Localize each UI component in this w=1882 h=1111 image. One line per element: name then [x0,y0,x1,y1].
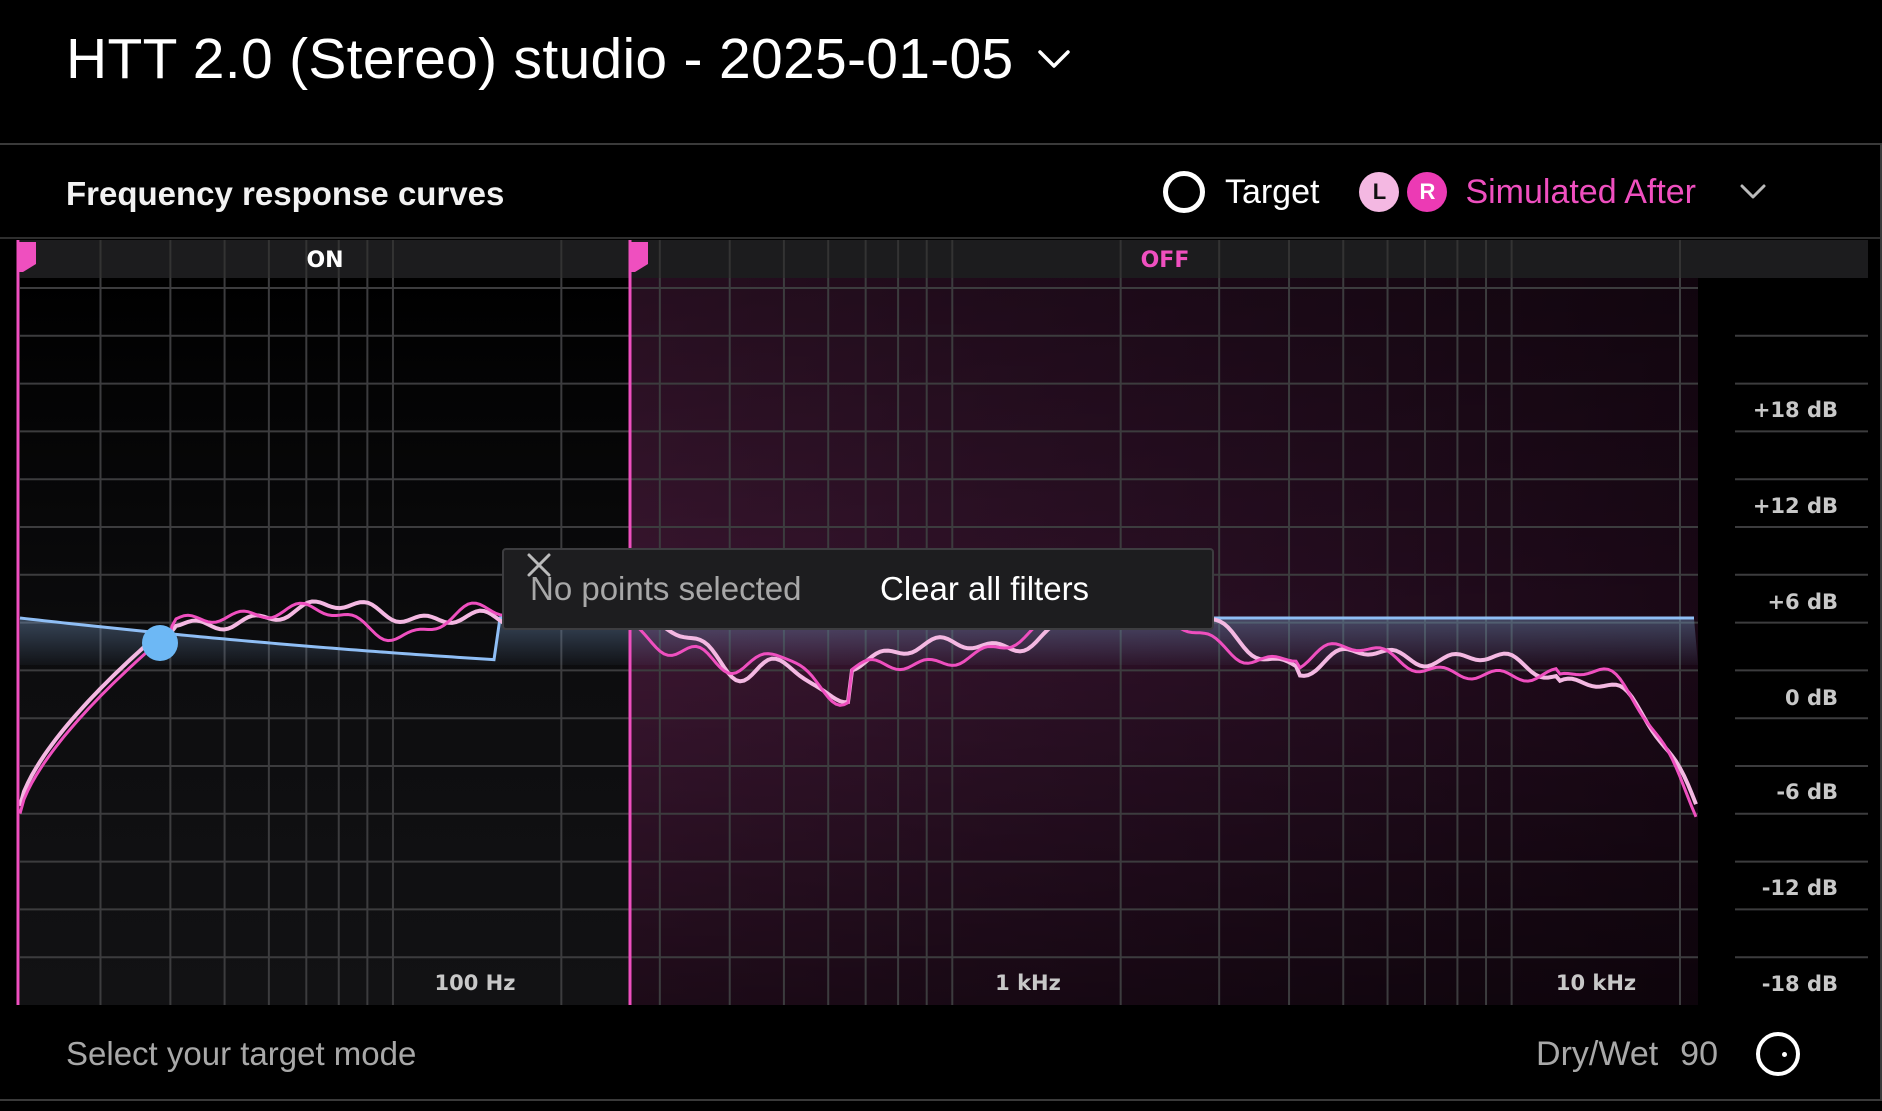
on-zone-label: ON [306,248,343,273]
preset-selector[interactable]: HTT 2.0 (Stereo) studio - 2025-01-05 [66,26,1074,92]
clear-all-filters-button[interactable]: Clear all filters [880,570,1089,608]
zone-strip [20,240,1868,278]
drywet-knob-icon[interactable] [1756,1032,1800,1076]
off-zone-label: OFF [1141,248,1190,273]
footer: Select your target mode Dry/Wet 90 [0,1009,1880,1099]
chevron-down-icon [1037,50,1070,68]
panel-header: Frequency response curves Target L R Sim… [0,145,1880,239]
title-bar: HTT 2.0 (Stereo) studio - 2025-01-05 [0,0,1882,142]
panel-title: Frequency response curves [66,175,505,212]
x-axis-label: 1 kHz [995,971,1061,995]
filter-status-toast: No points selected Clear all filters [502,548,1214,630]
left-channel-badge[interactable]: L [1359,172,1400,212]
y-axis-label: -12 dB [1762,876,1838,900]
y-axis-label: +6 dB [1767,590,1838,614]
close-icon[interactable] [524,550,554,580]
simulated-after-label[interactable]: Simulated After [1465,173,1696,212]
x-axis-label: 100 Hz [435,971,516,995]
preset-title: HTT 2.0 (Stereo) studio - 2025-01-05 [66,27,1014,91]
target-mode-selector[interactable]: Select your target mode [66,1035,416,1073]
y-axis-label: -6 dB [1776,780,1838,804]
right-channel-badge[interactable]: R [1407,172,1448,212]
drywet-label: Dry/Wet [1536,1034,1659,1073]
drywet-value[interactable]: 90 [1680,1035,1718,1074]
y-axis-label: +12 dB [1753,494,1838,518]
target-toggle-icon[interactable] [1162,171,1205,213]
x-axis-label: 10 kHz [1556,971,1636,995]
selection-status: No points selected [530,570,802,607]
y-axis-label: 0 dB [1785,686,1838,710]
y-axis-label: -18 dB [1762,972,1838,996]
curve-selector-chevron-icon[interactable] [1736,175,1770,209]
target-legend-label[interactable]: Target [1225,173,1320,212]
drywet-control: Dry/Wet 90 [1536,1027,1800,1081]
frequency-chart[interactable]: ON OFF +18 dB +12 dB +6 dB 0 dB -6 dB -12 dB -18… [0,240,1880,1007]
curve-legend: Target L R Simulated After [1162,167,1770,217]
y-axis-label: +18 dB [1753,398,1838,422]
frequency-response-panel: Frequency response curves Target L R Sim… [0,143,1882,1101]
filter-point-handle [142,625,178,661]
